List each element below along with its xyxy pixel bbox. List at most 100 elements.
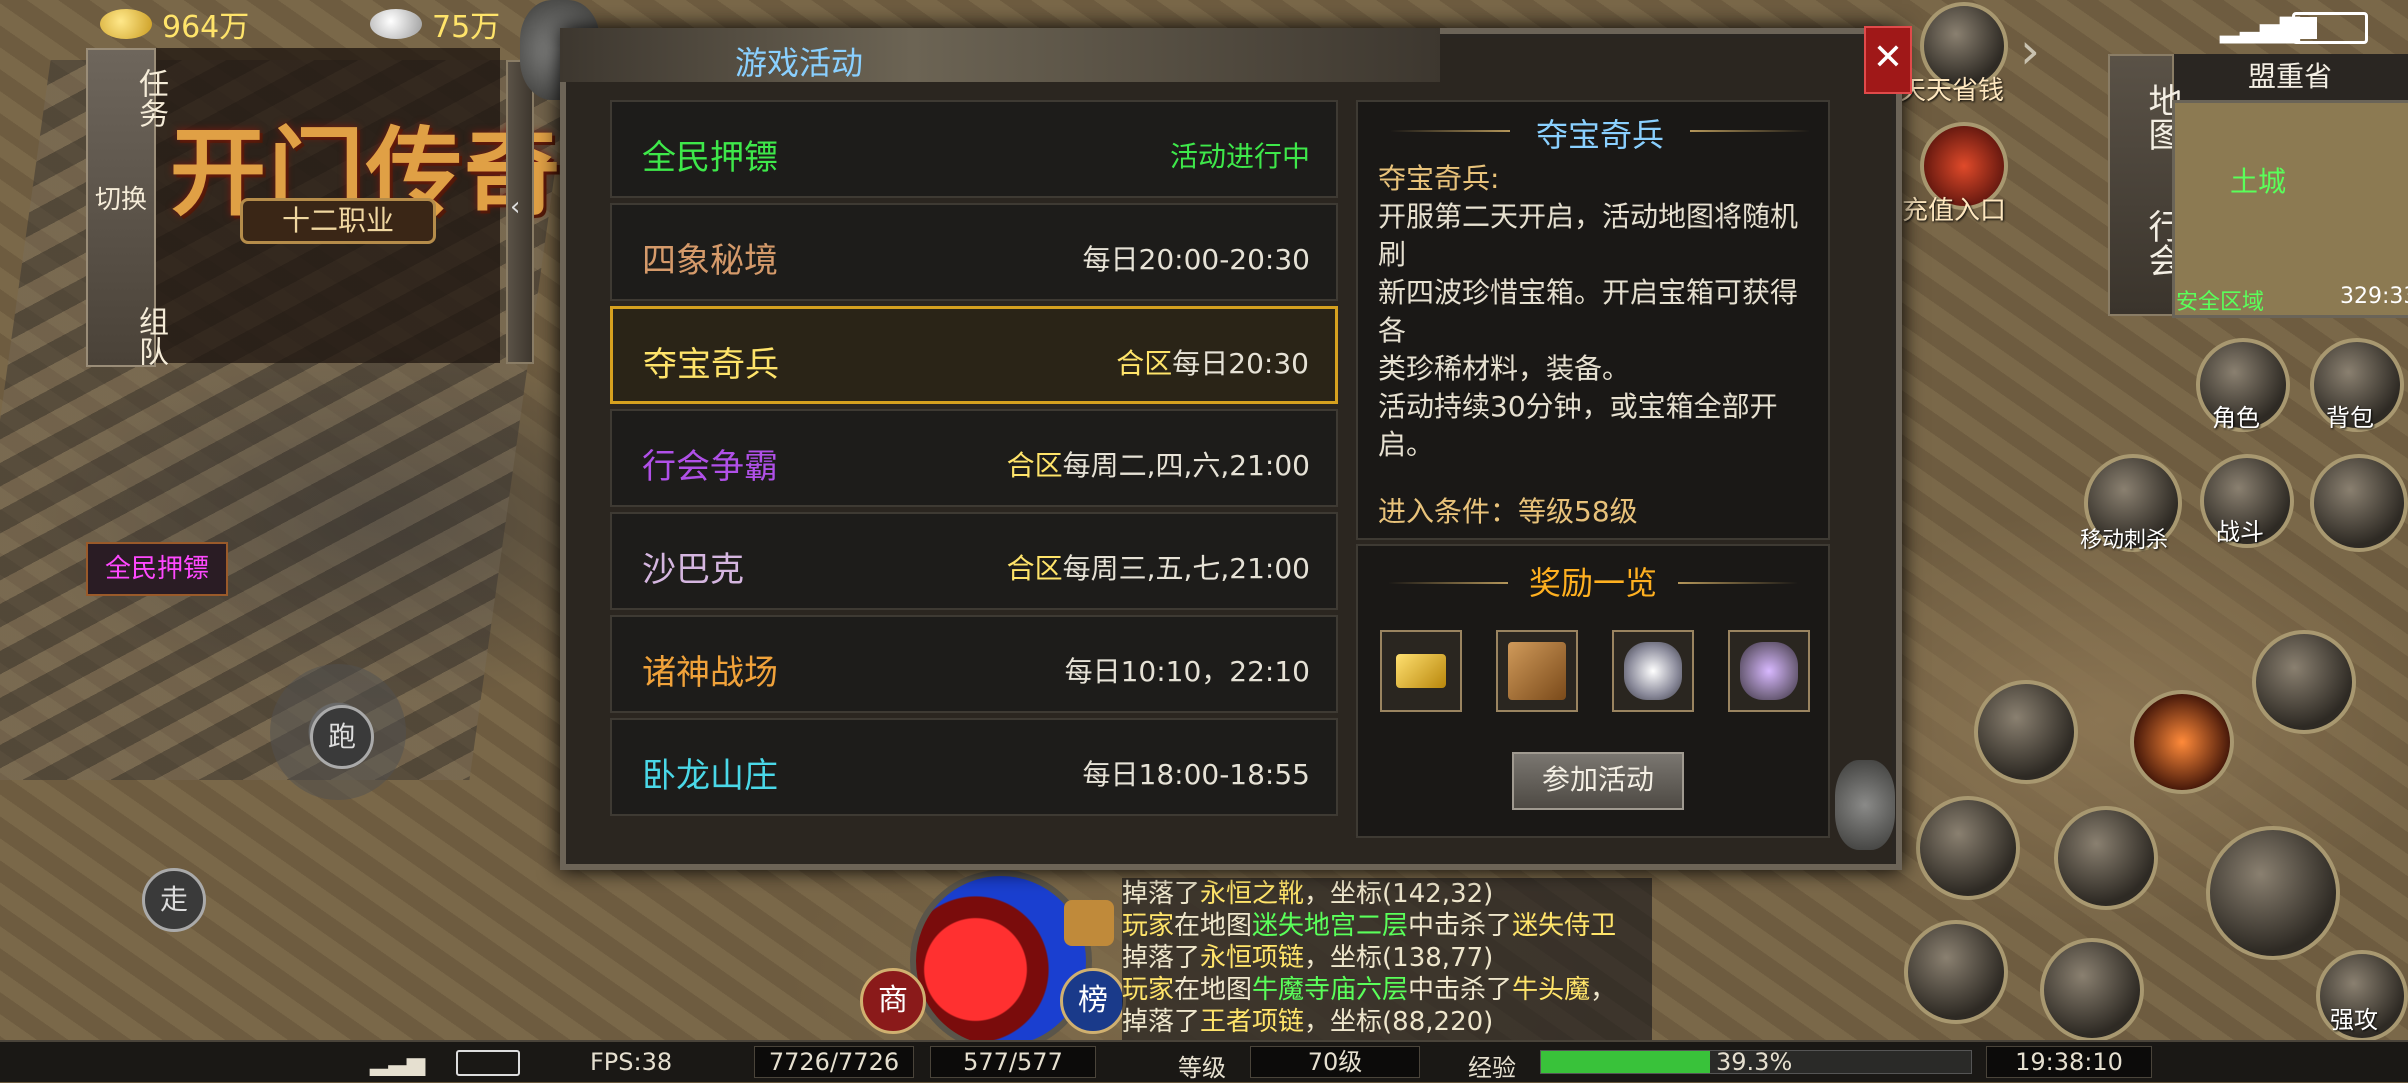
skill-sword-1-icon[interactable] — [1916, 796, 2020, 900]
close-button[interactable]: ✕ — [1864, 26, 1912, 94]
activity-time: 每日20:30 — [1172, 347, 1309, 380]
run-button[interactable]: 跑 — [310, 705, 374, 769]
chat-segment: ，坐标(142,32) — [1304, 879, 1494, 909]
merged-server-tag: 合区 — [1006, 449, 1063, 482]
detail-line: 类珍稀材料，装备。 — [1378, 352, 1631, 385]
silver-currency: 75万 — [370, 2, 500, 46]
chat-segment: 牛魔寺庙六层 — [1252, 975, 1409, 1005]
logo-subtitle: 十二职业 — [240, 198, 436, 244]
dragon-ornament-right — [1835, 760, 1895, 850]
detail-header: 夺宝奇兵 — [1380, 106, 1820, 156]
chat-segment: 玩家 — [1122, 911, 1175, 941]
join-activity-button[interactable]: 参加活动 — [1512, 752, 1684, 810]
chat-segment: 中击杀了 — [1408, 911, 1513, 941]
activity-row[interactable]: 全民押镖 活动进行中 — [610, 100, 1338, 198]
skill-dash-icon[interactable] — [2252, 630, 2356, 734]
clock: 19:38:10 — [1986, 1046, 2152, 1078]
battle-label: 战斗 — [2216, 518, 2264, 546]
expand-arrow-icon[interactable]: › — [2020, 22, 2040, 80]
activity-schedule: 合区每周二,四,六,21:00 — [1007, 444, 1310, 484]
status-bar: ▂▃▅ FPS:38 7726/7726 577/577 等级 70级 经验 3… — [0, 1040, 2408, 1082]
exp-bar-fill — [1541, 1051, 1710, 1073]
merged-server-tag: 合区 — [1006, 552, 1063, 585]
gold-amount: 964万 — [162, 10, 250, 45]
activity-row[interactable]: 行会争霸 合区每周二,四,六,21:00 — [610, 409, 1338, 507]
chat-segment: 掉落了 — [1122, 879, 1201, 909]
activity-name: 诸神战场 — [642, 653, 778, 693]
activity-name: 全民押镖 — [642, 138, 778, 178]
force-attack-label: 强攻 — [2330, 1006, 2378, 1034]
activity-name: 行会争霸 — [642, 447, 778, 487]
chat-line: 掉落了永恒之靴，坐标(142,32) — [1122, 878, 1652, 910]
scroll-icon[interactable] — [1496, 630, 1578, 712]
region-name: 盟重省 — [2172, 54, 2408, 100]
hp-mp-orb — [910, 870, 1092, 1052]
map-tabs: 地图 行会 — [2108, 54, 2182, 316]
activity-row[interactable]: 四象秘境 每日20:00-20:30 — [610, 203, 1338, 301]
crystal-ore-icon[interactable] — [1728, 630, 1810, 712]
detail-title: 夺宝奇兵 — [1535, 116, 1664, 154]
chat-segment: 中击杀了 — [1408, 975, 1513, 1005]
chat-segment: ，坐标(138,77) — [1304, 943, 1494, 973]
activity-time: 每日18:00-18:55 — [1082, 758, 1311, 791]
activity-time: 每日10:10，22:10 — [1064, 655, 1310, 688]
activity-schedule: 每日18:00-18:55 — [1083, 753, 1311, 793]
dialog-title: 游戏活动 — [735, 44, 864, 82]
activity-name: 夺宝奇兵 — [643, 345, 779, 385]
silver-ingot-icon — [370, 9, 422, 39]
activity-row[interactable]: 诸神战场 每日10:10，22:10 — [610, 615, 1338, 713]
chat-segment: 王者项链 — [1200, 1007, 1305, 1037]
shop-button[interactable]: 商 — [860, 968, 926, 1034]
chat-segment: 在地图 — [1174, 975, 1253, 1005]
skill-spike-icon[interactable] — [2040, 938, 2144, 1042]
dialog-title-bar — [560, 28, 1440, 82]
player-coordinates: 329:333 — [2340, 284, 2408, 309]
activity-schedule: 每日20:00-20:30 — [1083, 238, 1311, 278]
chat-segment: 在地图 — [1174, 911, 1253, 941]
collapse-left-panel-button[interactable]: ‹ — [506, 60, 534, 364]
walk-button[interactable]: 走 — [142, 868, 206, 932]
main-attack-icon[interactable] — [2206, 826, 2340, 960]
chat-segment: 牛头魔 — [1512, 975, 1591, 1005]
skill-fire-icon[interactable] — [2130, 690, 2234, 794]
silver-amount: 75万 — [432, 10, 501, 45]
chat-line: 掉落了永恒项链，坐标(138,77) — [1122, 942, 1652, 974]
tab-switch[interactable]: 切换 — [88, 182, 154, 218]
merged-server-tag: 合区 — [1116, 347, 1173, 380]
activity-row[interactable]: 夺宝奇兵 合区每日20:30 — [610, 306, 1338, 404]
chat-segment: 掉落了 — [1122, 1007, 1201, 1037]
chat-icon[interactable] — [1064, 900, 1114, 946]
gold-bar-icon[interactable] — [1380, 630, 1462, 712]
chat-segment: 迷失侍卫 — [1512, 911, 1617, 941]
tab-team[interactable]: 组队 — [102, 246, 168, 386]
chat-segment: ，坐标(88,220) — [1304, 1007, 1494, 1037]
skill-beast-icon[interactable] — [1974, 680, 2078, 784]
activity-time: 每日20:00-20:30 — [1082, 243, 1311, 276]
exp-percent: 39.3% — [1716, 1048, 1793, 1076]
chevron-left-icon: ‹ — [510, 192, 521, 222]
move-stab-label: 移动刺杀 — [2080, 528, 2169, 553]
system-chat-log: 掉落了永恒之靴，坐标(142,32) 玩家在地图迷失地宫二层中击杀了迷失侍卫 掉落了… — [1122, 878, 1652, 1040]
fps-counter: FPS:38 — [590, 1048, 673, 1076]
level-label: 等级 — [1178, 1054, 1226, 1082]
bag-label: 背包 — [2326, 404, 2374, 432]
detail-line: 新四波珍惜宝箱。开启宝箱可获得各 — [1378, 276, 1799, 347]
mp-value: 577/577 — [930, 1046, 1096, 1078]
battery-icon — [2292, 12, 2368, 44]
activity-row[interactable]: 沙巴克 合区每周三,五,七,21:00 — [610, 512, 1338, 610]
character-label: 角色 — [2212, 404, 2260, 432]
activity-row[interactable]: 卧龙山庄 每日18:00-18:55 — [610, 718, 1338, 816]
chat-segment: 迷失地宫二层 — [1252, 911, 1409, 941]
silver-ore-icon[interactable] — [1612, 630, 1694, 712]
activity-time: 每周三,五,七,21:00 — [1062, 552, 1310, 585]
chat-segment: 永恒项链 — [1200, 943, 1305, 973]
tab-task[interactable]: 任务 — [102, 58, 168, 138]
dpad-icon[interactable] — [2310, 454, 2408, 552]
skill-sword-2-icon[interactable] — [2054, 806, 2158, 910]
chat-line: 玩家在地图迷失地宫二层中击杀了迷失侍卫 — [1122, 910, 1652, 942]
escort-shortcut-button[interactable]: 全民押镖 — [86, 542, 228, 596]
skill-sword-3-icon[interactable] — [1904, 920, 2008, 1024]
activity-schedule: 合区每周三,五,七,21:00 — [1007, 547, 1310, 587]
ranking-button[interactable]: 榜 — [1060, 968, 1126, 1034]
signal-icon: ▂▃▅▇ — [2220, 14, 2300, 44]
